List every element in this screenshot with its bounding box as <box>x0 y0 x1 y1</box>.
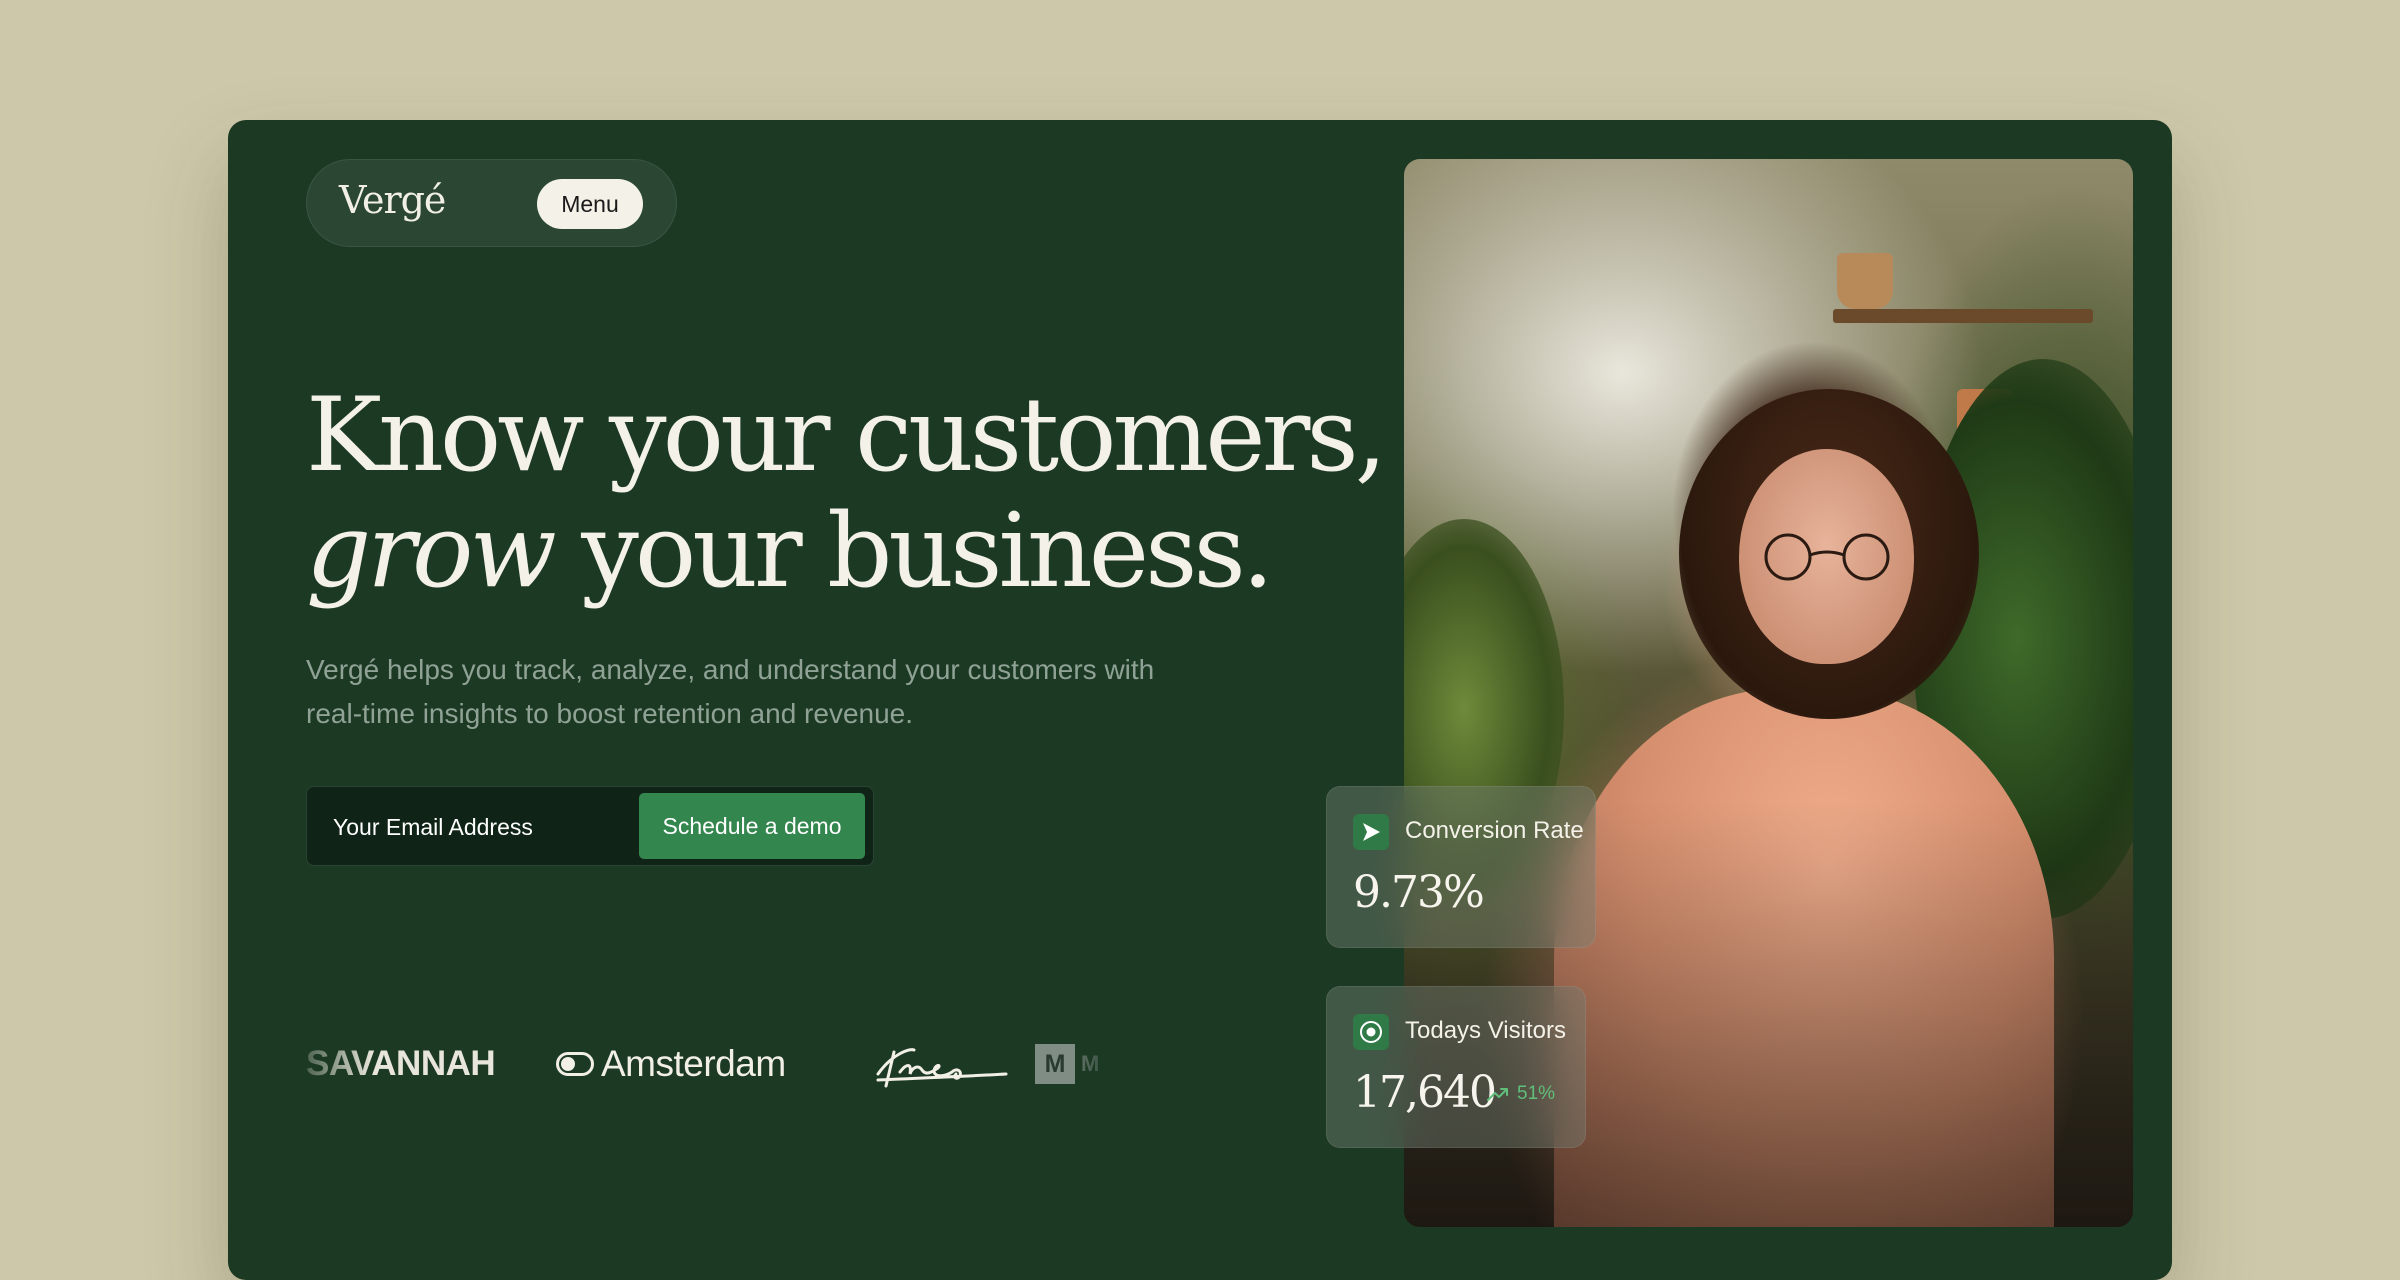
hero-subtext: Vergé helps you track, analyze, and unde… <box>306 654 1155 729</box>
email-input[interactable] <box>313 793 645 861</box>
todays-visitors-value: 17,640 <box>1353 1067 1497 1118</box>
visitors-trend-value: 51% <box>1517 1083 1556 1104</box>
menu-button[interactable]: Menu <box>537 179 643 229</box>
hero-headline: Know your customers, grow your business. <box>306 376 1387 610</box>
logo-theo <box>872 1034 1012 1094</box>
logo-amsterdam: Amsterdam <box>556 1034 786 1094</box>
nav-pill: Vergé Menu <box>306 159 677 247</box>
todays-visitors-label: Todays Visitors <box>1405 1017 1566 1044</box>
trend-up-icon <box>1487 1088 1508 1101</box>
logo-m-mark: M <box>1035 1044 1075 1084</box>
headline-line-1: Know your customers, <box>306 376 1387 495</box>
conversion-rate-label: Conversion Rate <box>1405 817 1584 844</box>
visitors-trend: 51% <box>1487 1083 1555 1105</box>
todays-visitors-card: Todays Visitors 17,640 51% <box>1326 986 1586 1148</box>
hero-card: Vergé Menu Know your customers, grow you… <box>228 120 2172 1280</box>
toggle-icon <box>556 1052 594 1076</box>
email-form: Schedule a demo <box>306 786 874 866</box>
headline-line-2-rest: your business. <box>552 492 1274 611</box>
headline-italic-word: grow <box>306 492 557 611</box>
headline-line-2: grow your business. <box>306 494 1346 610</box>
send-arrow-icon <box>1353 814 1389 850</box>
conversion-rate-card: Conversion Rate 9.73% <box>1326 786 1596 948</box>
conversion-rate-value: 9.73% <box>1353 867 1485 918</box>
logo-amsterdam-text: Amsterdam <box>601 1043 786 1084</box>
logo-m: M M <box>1035 1034 1125 1094</box>
schedule-demo-button[interactable]: Schedule a demo <box>639 793 865 859</box>
logo-savannah: SAVANNAH <box>306 1044 496 1083</box>
logo-m-text: M <box>1081 1051 1100 1076</box>
theo-signature-icon <box>876 1048 1008 1088</box>
brand-logo[interactable]: Vergé <box>339 178 446 222</box>
client-logos: SAVANNAH Amsterdam M M <box>306 1034 1166 1094</box>
chrome-circle-icon <box>1353 1014 1389 1050</box>
